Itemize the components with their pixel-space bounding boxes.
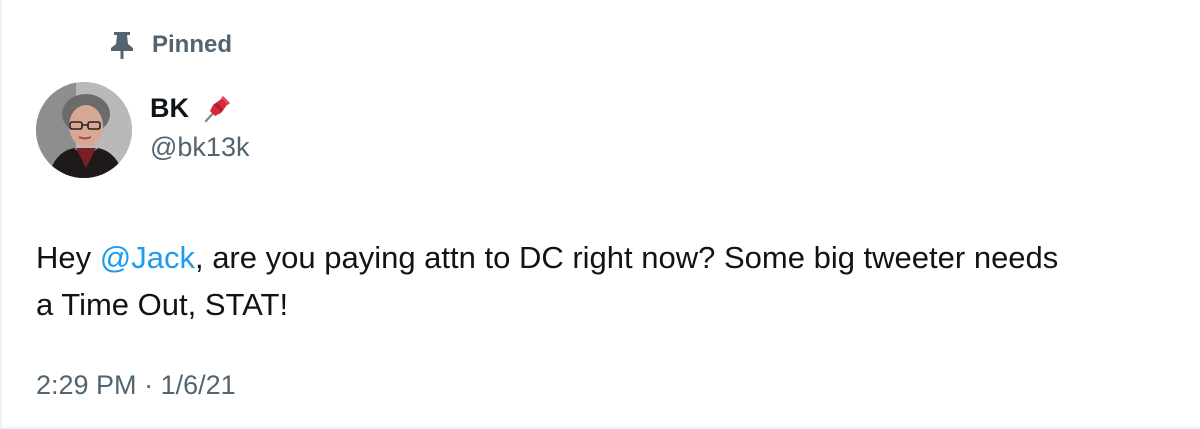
pinned-indicator: Pinned <box>108 28 232 62</box>
pin-icon <box>108 30 136 60</box>
tweet-text-line1: , are you paying attn to DC right now? S… <box>194 240 1059 275</box>
tweet-date[interactable]: 1/6/21 <box>161 370 236 400</box>
tweet-time[interactable]: 2:29 PM <box>36 370 137 400</box>
author-name-row[interactable]: BK <box>150 90 235 126</box>
tweet-text-line2: a Time Out, STAT! <box>36 287 289 322</box>
timestamp[interactable]: 2:29 PM · 1/6/21 <box>36 370 236 401</box>
pinned-label: Pinned <box>152 31 233 58</box>
pushpin-emoji-icon <box>201 91 235 125</box>
author-handle[interactable]: @bk13k <box>150 132 249 163</box>
tweet-text-intro: Hey <box>36 240 100 275</box>
tweet-card[interactable]: Pinned BK @bk13k Hey @Jack, are you payi… <box>0 0 1200 429</box>
avatar[interactable] <box>36 82 132 178</box>
timestamp-separator: · <box>136 370 161 400</box>
mention-link[interactable]: @Jack <box>100 240 195 275</box>
tweet-text: Hey @Jack, are you paying attn to DC rig… <box>36 234 1176 328</box>
author-name[interactable]: BK <box>150 93 189 124</box>
